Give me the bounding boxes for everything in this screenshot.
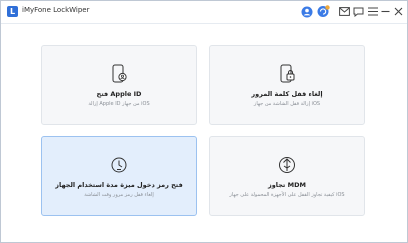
card-title: إلغاء قفل كلمة المرور [251, 90, 323, 98]
minimize-icon[interactable] [379, 5, 392, 18]
close-icon[interactable] [392, 5, 405, 18]
mail-icon[interactable] [338, 5, 351, 18]
screen-time-icon [110, 155, 128, 175]
refresh-badge-icon[interactable] [317, 5, 330, 18]
app-logo: L [7, 6, 18, 17]
card-title: تجاوز MDM [268, 181, 306, 189]
card-description: إلغاء قفل رمز مرور وقت الشاشة [84, 192, 154, 198]
user-icon[interactable] [300, 5, 313, 18]
card-unlock-screen-passcode[interactable]: إلغاء قفل كلمة المرور إزالة قفل الشاشة م… [209, 45, 365, 125]
mdm-icon [278, 155, 296, 175]
title-bar: L iMyFone LockWiper [1, 1, 407, 24]
phone-id-icon [110, 64, 128, 84]
card-description: إزالة Apple ID من جهاز iOS [88, 101, 150, 107]
chat-icon[interactable] [352, 5, 365, 18]
card-description: إزالة قفل الشاشة من جهاز iOS [253, 101, 321, 107]
card-title: فتح Apple ID [96, 90, 142, 98]
app-title: iMyFone LockWiper [22, 6, 90, 14]
menu-icon[interactable] [366, 5, 379, 18]
app-window: L iMyFone LockWiper إلغاء قفل كلمة المرو… [0, 0, 408, 243]
phone-lock-icon [278, 64, 296, 84]
card-unlock-screen-time[interactable]: فتح رمز دخول ميزة مدة استخدام الجهاز إلغ… [41, 136, 197, 216]
card-bypass-mdm[interactable]: تجاوز MDM كيفية تجاوز القفل على الأجهزة … [209, 136, 365, 216]
card-unlock-apple-id[interactable]: فتح Apple ID إزالة Apple ID من جهاز iOS [41, 45, 197, 125]
card-title: فتح رمز دخول ميزة مدة استخدام الجهاز [55, 181, 183, 189]
card-description: كيفية تجاوز القفل على الأجهزة المحمولة ع… [229, 192, 345, 198]
main-content: إلغاء قفل كلمة المرور إزالة قفل الشاشة م… [1, 24, 407, 242]
